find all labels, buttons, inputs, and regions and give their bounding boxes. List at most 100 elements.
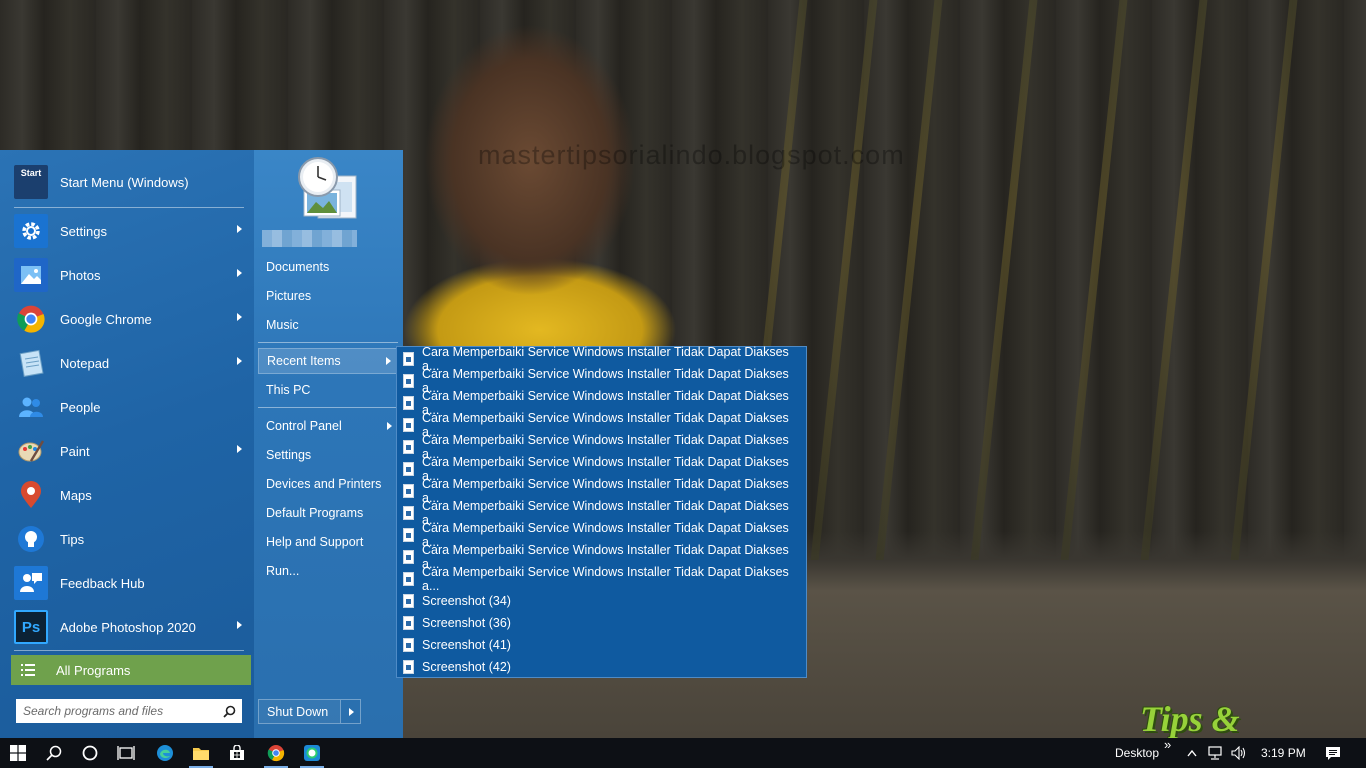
this-pc-link[interactable]: This PC [258, 377, 398, 403]
pinned-item[interactable]: Feedback Hub [10, 562, 250, 604]
search-icon[interactable] [223, 705, 236, 718]
start-menu: Start Start Menu (Windows) Settings Photos G… [0, 150, 403, 738]
desktop-toolbar-label[interactable]: Desktop [1115, 738, 1159, 768]
lightbulb-icon [14, 522, 48, 556]
documents-link[interactable]: Documents [258, 254, 398, 280]
network-icon[interactable] [1204, 738, 1228, 768]
pinned-item[interactable]: People [10, 386, 250, 428]
control-panel-link[interactable]: Control Panel [258, 413, 398, 439]
document-icon [403, 484, 414, 498]
recent-item-label: Screenshot (41) [422, 638, 511, 652]
list-icon [11, 664, 45, 676]
maps-icon [14, 478, 48, 512]
chevron-right-icon[interactable] [237, 357, 242, 365]
help-support-link[interactable]: Help and Support [258, 529, 398, 555]
edge-icon[interactable] [147, 738, 183, 768]
all-programs-label: All Programs [56, 662, 131, 678]
recent-item[interactable]: Screenshot (41) [403, 634, 799, 656]
file-explorer-icon[interactable] [183, 738, 219, 768]
recent-item[interactable]: Screenshot (36) [403, 612, 799, 634]
chrome-icon [14, 302, 48, 336]
feedback-icon [14, 566, 48, 600]
recent-items-label: Recent Items [267, 354, 341, 368]
recent-item-label: Screenshot (42) [422, 660, 511, 674]
start-menu-left-column: Start Start Menu (Windows) Settings Photos G… [0, 150, 254, 738]
chevron-right-icon[interactable] [237, 225, 242, 233]
devices-printers-link[interactable]: Devices and Printers [258, 471, 398, 497]
settings-link[interactable]: Settings [258, 442, 398, 468]
whatsapp-icon[interactable] [294, 738, 330, 768]
photoshop-icon: Ps [14, 610, 48, 644]
document-icon [403, 572, 414, 586]
windows-start-icon[interactable] [0, 738, 36, 768]
pinned-item[interactable]: Notepad [10, 342, 250, 384]
pinned-item[interactable]: Google Chrome [10, 298, 250, 340]
chevron-right-icon[interactable] [237, 445, 242, 453]
separator [258, 342, 398, 343]
search-icon[interactable] [36, 738, 72, 768]
watermark-text: mastertipsorialindo.blogspot.com [478, 140, 905, 170]
wallpaper-stripe [810, 0, 878, 560]
document-icon [403, 660, 414, 674]
search-box[interactable] [16, 699, 242, 723]
people-icon [14, 390, 48, 424]
document-icon [403, 418, 414, 432]
pinned-item[interactable]: Paint [10, 430, 250, 472]
action-center-icon[interactable] [1320, 738, 1346, 768]
chevron-right-icon[interactable] [237, 269, 242, 277]
recent-items-submenu: Cara Memperbaiki Service Windows Install… [396, 345, 807, 678]
shutdown-button[interactable]: Shut Down [259, 700, 340, 723]
chevron-right-icon[interactable] [237, 313, 242, 321]
search-input[interactable] [23, 704, 219, 718]
pinned-item-label: Feedback Hub [60, 575, 145, 591]
control-panel-label: Control Panel [266, 419, 342, 433]
separator [14, 207, 244, 208]
default-programs-link[interactable]: Default Programs [258, 500, 398, 526]
clock-time[interactable]: 3:19 PM [1261, 738, 1306, 768]
pinned-item-label: Google Chrome [60, 311, 152, 327]
chevron-up-icon[interactable] [1182, 738, 1202, 768]
wallpaper-stripe [1140, 0, 1208, 560]
pictures-link[interactable]: Pictures [258, 283, 398, 309]
tips-tutorial-logo: Tips & Tutorial [1140, 699, 1240, 738]
task-view-icon[interactable] [108, 738, 144, 768]
document-icon [403, 506, 414, 520]
pinned-item[interactable]: Ps Adobe Photoshop 2020 [10, 606, 250, 648]
user-picture-icon[interactable] [296, 156, 362, 222]
document-icon [403, 396, 414, 410]
recent-item-label: Screenshot (36) [422, 616, 511, 630]
cortana-icon[interactable] [72, 738, 108, 768]
document-icon [403, 440, 414, 454]
document-icon [403, 462, 414, 476]
pinned-item[interactable]: Start Start Menu (Windows) [10, 161, 250, 203]
recent-item[interactable]: Screenshot (34) [403, 590, 799, 612]
pinned-item-label: Tips [60, 531, 85, 547]
recent-item-label: Cara Memperbaiki Service Windows Install… [422, 565, 789, 593]
document-icon [403, 638, 414, 652]
pinned-item[interactable]: Maps [10, 474, 250, 516]
run-link[interactable]: Run... [258, 558, 398, 584]
recent-item[interactable]: Cara Memperbaiki Service Windows Install… [403, 565, 799, 593]
pinned-item[interactable]: Tips [10, 518, 250, 560]
pinned-item[interactable]: Photos [10, 254, 250, 296]
music-link[interactable]: Music [258, 312, 398, 338]
shutdown-options-button[interactable] [340, 700, 360, 723]
document-icon [403, 352, 414, 366]
shutdown-button-group: Shut Down [258, 699, 361, 724]
all-programs-button[interactable]: All Programs [11, 655, 251, 685]
pinned-item[interactable]: Settings [10, 210, 250, 252]
chrome-icon[interactable] [258, 738, 294, 768]
notepad-icon [14, 346, 48, 380]
recent-items-link[interactable]: Recent Items [258, 348, 398, 374]
wallpaper-stripe [1230, 0, 1298, 560]
pinned-item-label: Notepad [60, 355, 110, 371]
chevron-right-icon[interactable] [237, 621, 242, 629]
volume-icon[interactable] [1227, 738, 1251, 768]
pinned-item-label: Maps [60, 487, 92, 503]
recent-item[interactable]: Screenshot (42) [403, 656, 799, 678]
double-chevron-icon[interactable]: » [1164, 729, 1171, 759]
wallpaper-stripe [1060, 0, 1128, 560]
separator [14, 650, 244, 651]
chevron-right-icon [387, 422, 392, 430]
store-icon[interactable] [219, 738, 255, 768]
